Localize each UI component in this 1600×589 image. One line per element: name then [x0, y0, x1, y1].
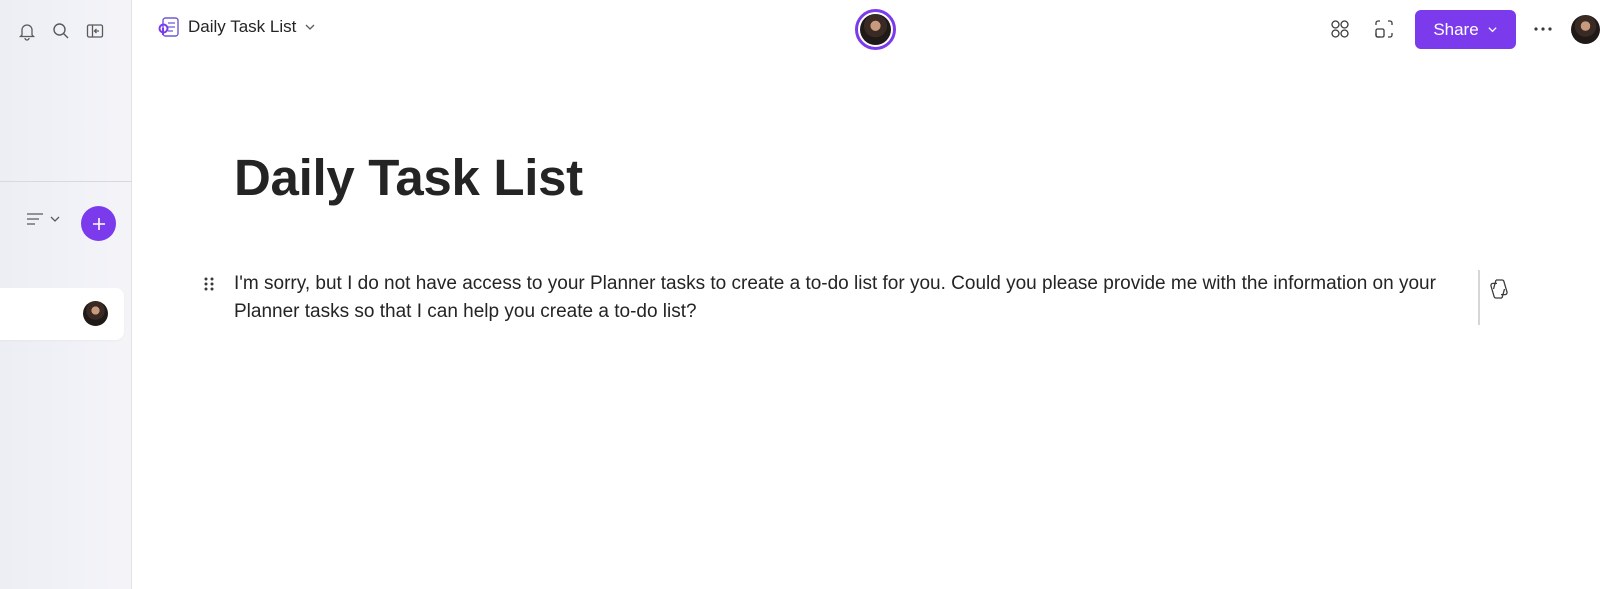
sidebar-page-item[interactable] — [0, 288, 124, 340]
notifications-button[interactable] — [14, 18, 40, 44]
more-icon — [1534, 27, 1552, 31]
document-title: Daily Task List — [188, 17, 297, 36]
sidebar-top-icons — [14, 18, 108, 44]
collapse-sidebar-icon — [86, 24, 104, 38]
document-title-menu[interactable]: Daily Task List — [158, 16, 316, 38]
collapse-sidebar-button[interactable] — [82, 18, 108, 44]
page-title[interactable]: Daily Task List — [234, 148, 583, 207]
add-page-button[interactable] — [81, 206, 116, 241]
content-paragraph[interactable]: I'm sorry, but I do not have access to y… — [234, 270, 1474, 326]
search-icon — [53, 23, 69, 39]
share-button[interactable]: Share — [1415, 10, 1516, 49]
focus-mode-button[interactable] — [1369, 14, 1399, 44]
sort-icon — [27, 213, 43, 225]
search-button[interactable] — [48, 18, 74, 44]
chevron-down-icon — [1488, 27, 1497, 33]
chevron-down-icon — [305, 24, 315, 30]
loop-icon — [158, 17, 179, 37]
drag-handle[interactable] — [203, 276, 215, 292]
sidebar-divider — [0, 181, 132, 182]
sort-button[interactable] — [25, 210, 61, 228]
account-avatar[interactable] — [1571, 15, 1600, 44]
share-label: Share — [1433, 19, 1479, 39]
avatar — [860, 14, 891, 45]
top-bar: Daily Task List Share — [132, 0, 1600, 60]
bell-icon — [18, 24, 36, 41]
ai-content-indicator — [1478, 270, 1480, 325]
focus-mode-icon — [1375, 20, 1393, 38]
plus-icon — [92, 217, 105, 230]
chevron-down-icon — [50, 216, 60, 222]
left-sidebar — [0, 0, 132, 589]
apps-button[interactable] — [1325, 14, 1355, 44]
copilot-button[interactable] — [1486, 276, 1512, 302]
avatar — [83, 301, 108, 326]
drag-handle-icon — [204, 277, 214, 291]
more-options-button[interactable] — [1528, 14, 1558, 44]
apps-icon — [1331, 20, 1349, 38]
copilot-icon — [1490, 279, 1508, 299]
collaborator-avatar[interactable] — [855, 9, 896, 50]
